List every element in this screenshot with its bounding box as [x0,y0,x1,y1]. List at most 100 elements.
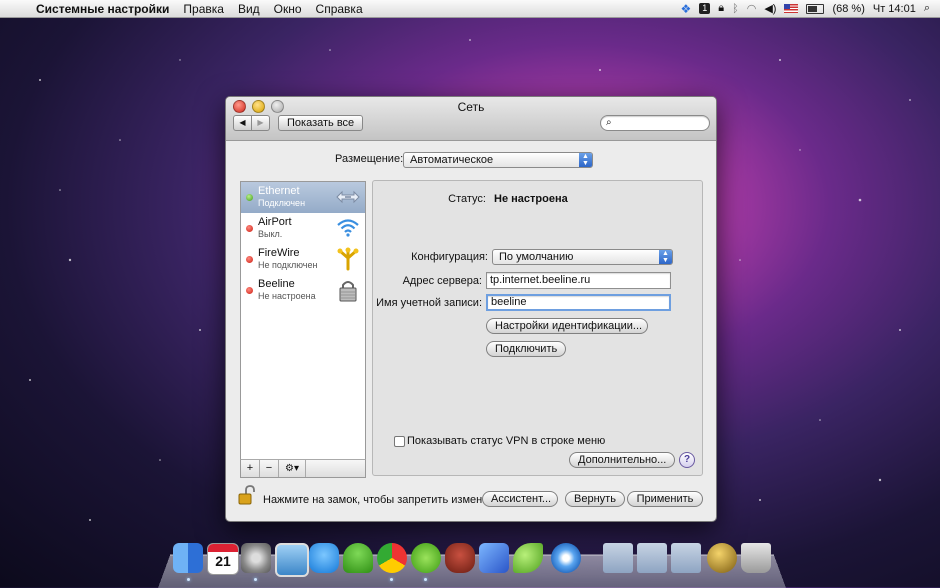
ethernet-icon [336,190,360,204]
xcode-icon[interactable] [479,543,509,573]
safari-icon[interactable] [551,543,581,573]
running-indicator [424,578,427,581]
us-flag-icon[interactable] [784,4,799,13]
lock-message: Нажмите на замок, чтобы запретить измене… [263,494,510,506]
location-value: Автоматическое [410,154,494,166]
stack-icon[interactable] [707,543,737,573]
back-arrow-icon[interactable]: ◀ [233,115,252,131]
menu-help[interactable]: Справка [316,2,363,16]
account-name-field[interactable]: beeline [486,294,671,311]
status-dot-icon [246,287,253,294]
service-status: Не настроена [258,291,316,301]
status-dot-icon [246,256,253,263]
service-name: Ethernet [258,185,300,197]
ical-date: 21 [215,553,231,569]
search-icon: ⌕ [606,117,612,128]
forward-arrow-icon[interactable]: ▶ [252,115,270,131]
vpn-status-checkbox-label[interactable]: Показывать статус VPN в строке меню [407,435,605,447]
popup-arrows-icon: ▲ ▼ [659,250,672,264]
add-service-button[interactable]: + [241,460,260,477]
downloads-folder-icon[interactable] [671,543,701,573]
lock-icon[interactable] [238,485,256,505]
running-indicator [390,578,393,581]
status-value: Не настроена [494,193,568,205]
menu-window[interactable]: Окно [274,2,302,16]
service-detail-panel: Статус: Не настроена Конфигурация: По ум… [372,180,703,476]
finder-icon[interactable] [173,543,203,573]
service-status: Подключен [258,198,306,208]
adium-icon[interactable] [343,543,373,573]
service-list-toolbar: + − ⚙▾ [240,459,366,478]
lock-icon[interactable]: 🔒︎ [718,2,724,15]
help-button[interactable]: ? [679,452,695,468]
service-list: Ethernet Подключен AirPort Выкл. FireWir… [240,181,366,478]
running-indicator [187,578,190,581]
account-name-label: Имя учетной записи: [376,297,482,309]
network-preferences-window: Сеть ◀ ▶ Показать все ⌕ Размещение: Авто… [225,96,717,522]
menu-bar: Системные настройки Правка Вид Окно Спра… [0,0,940,18]
location-label: Размещение: [335,153,404,165]
service-name: FireWire [258,247,300,259]
assistant-button[interactable]: Ассистент... [482,491,558,507]
search-field: ⌕ [600,115,710,131]
window-titlebar[interactable]: Сеть ◀ ▶ Показать все ⌕ [226,97,716,141]
authentication-settings-button[interactable]: Настройки идентификации... [486,318,648,334]
ical-icon[interactable]: 21 [207,543,239,575]
bluetooth-icon[interactable]: ᛒ [732,3,739,15]
search-input[interactable] [619,116,703,130]
service-status: Выкл. [258,229,283,239]
documents-folder-icon[interactable] [637,543,667,573]
skype-icon[interactable] [309,543,339,573]
menu-app-name[interactable]: Системные настройки [36,2,169,16]
clock[interactable]: Чт 14:01 [873,3,916,15]
trash-icon[interactable] [741,543,771,573]
apply-button[interactable]: Применить [627,491,703,507]
window-title: Сеть [457,100,485,114]
service-name: AirPort [258,216,292,228]
wifi-icon[interactable]: ◠ [747,2,757,15]
status-label: Статус: [448,193,486,205]
popup-arrows-icon: ▲ ▼ [579,153,592,167]
number-1-icon[interactable]: 1 [699,3,711,14]
chrome-icon[interactable] [377,543,407,573]
battery-icon[interactable] [806,3,825,14]
menu-edit[interactable]: Правка [183,2,224,16]
spotlight-icon[interactable]: ⌕ [924,2,930,15]
configuration-label: Конфигурация: [411,251,488,263]
revert-button[interactable]: Вернуть [565,491,625,507]
status-dot-icon [246,194,253,201]
firewire-icon [337,247,359,271]
preview-icon[interactable] [275,543,309,577]
service-ethernet[interactable]: Ethernet Подключен [241,182,365,213]
applications-folder-icon[interactable] [603,543,633,573]
nav-buttons: ◀ ▶ [233,115,270,131]
running-indicator [254,578,257,581]
battery-percent: (68 %) [832,2,865,15]
menu-extras: ❖ 1 🔒︎ ᛒ ◠ ◀︎) (68 %) Чт 14:01 ⌕ [681,2,931,16]
utorrent-icon[interactable] [411,543,441,573]
growl-icon[interactable] [445,543,475,573]
system-preferences-icon[interactable] [241,543,271,573]
remove-service-button[interactable]: − [260,460,279,477]
server-address-label: Адрес сервера: [402,275,482,287]
menu-view[interactable]: Вид [238,2,260,16]
configuration-select[interactable]: По умолчанию ▲ ▼ [492,249,673,265]
vpn-status-checkbox[interactable] [394,436,405,447]
status-dot-icon [246,225,253,232]
service-status: Не подключен [258,260,318,270]
server-address-field[interactable]: tp.internet.beeline.ru [486,272,671,289]
dropbox-icon[interactable]: ❖ [681,2,692,16]
service-airport[interactable]: AirPort Выкл. [241,213,365,244]
service-beeline[interactable]: Beeline Не настроена [241,275,365,306]
airport-wifi-icon [337,219,359,237]
service-firewire[interactable]: FireWire Не подключен [241,244,365,275]
configuration-value: По умолчанию [499,251,574,263]
service-name: Beeline [258,278,295,290]
volume-icon[interactable]: ◀︎) [764,2,776,15]
connect-button[interactable]: Подключить [486,341,566,357]
show-all-button[interactable]: Показать все [278,115,364,131]
advanced-button[interactable]: Дополнительно... [569,452,675,468]
gear-menu-button[interactable]: ⚙▾ [279,460,306,477]
vpn-lock-icon [339,281,357,302]
location-select[interactable]: Автоматическое ▲ ▼ [403,152,593,168]
